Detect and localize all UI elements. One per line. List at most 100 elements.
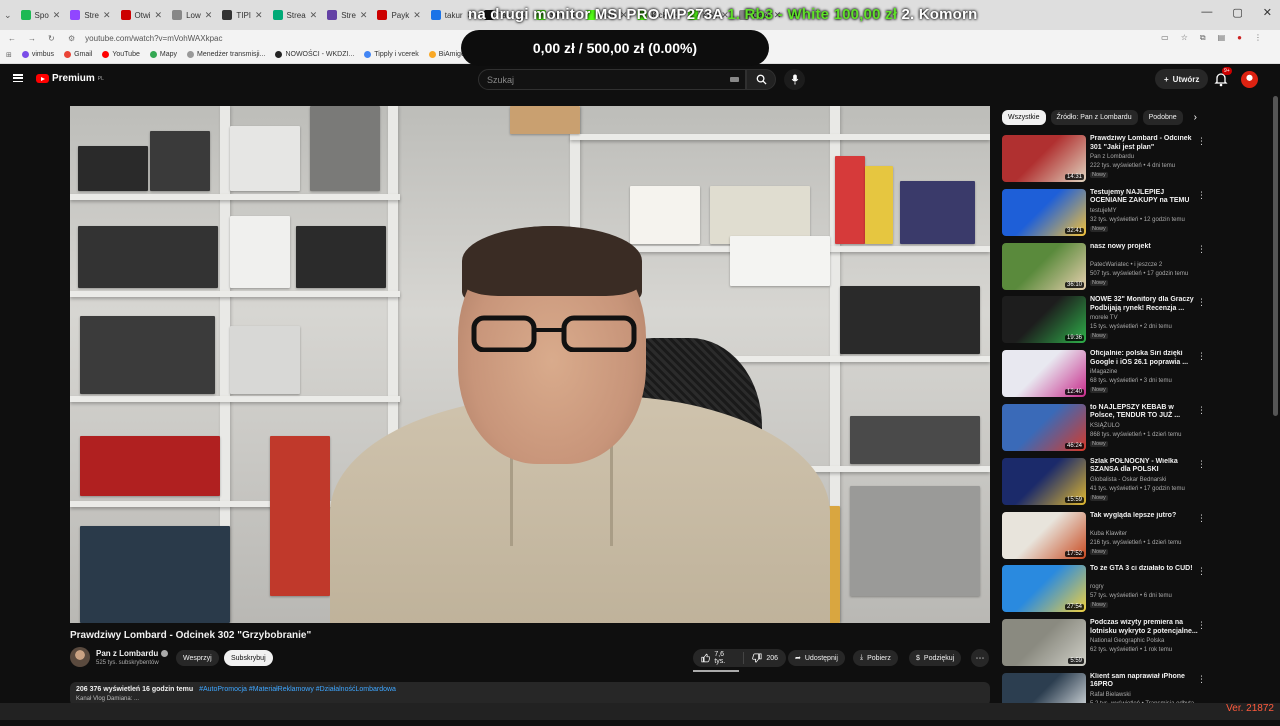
video-thumbnail[interactable]: 15:59 bbox=[1002, 457, 1086, 505]
forward-icon[interactable]: → bbox=[28, 34, 36, 43]
tab-close-icon[interactable]: ✕ bbox=[103, 10, 111, 21]
share-button[interactable]: ➦ Udostępnij bbox=[788, 650, 845, 666]
url-field[interactable]: youtube.com/watch?v=mVohWAXkpac bbox=[85, 34, 222, 43]
item-menu-icon[interactable]: ⋮ bbox=[1197, 297, 1206, 308]
keyboard-icon[interactable] bbox=[730, 77, 739, 82]
bookmark-star-icon[interactable]: ☆ bbox=[1181, 33, 1188, 43]
tab-close-icon[interactable]: ✕ bbox=[155, 10, 163, 21]
item-menu-icon[interactable]: ⋮ bbox=[1197, 620, 1206, 631]
item-menu-icon[interactable]: ⋮ bbox=[1197, 190, 1206, 201]
bookmark-item[interactable]: Menedżer transmisji... bbox=[186, 51, 265, 58]
bookmark-item[interactable]: Gmail bbox=[64, 51, 92, 58]
tab-close-icon[interactable]: ✕ bbox=[360, 10, 368, 21]
recommendation-channel[interactable]: iMagazine bbox=[1090, 369, 1117, 375]
recommendation-title[interactable]: Prawdziwy Lombard - Odcinek 301 "Jaki je… bbox=[1090, 135, 1198, 152]
search-button[interactable] bbox=[746, 69, 776, 90]
recommendation-channel[interactable]: rogry bbox=[1090, 584, 1104, 590]
item-menu-icon[interactable]: ⋮ bbox=[1197, 513, 1206, 524]
recommendation-title[interactable]: Testujemy NAJLEPIEJ OCENIANE ZAKUPY na T… bbox=[1090, 189, 1198, 206]
recommendation-title[interactable]: to NAJLEPSZY KEBAB w Polsce, TENDUR TO J… bbox=[1090, 404, 1198, 421]
cast-icon[interactable]: ▭ bbox=[1161, 33, 1169, 43]
recommendation-channel[interactable]: Pan z Lombardu bbox=[1090, 154, 1134, 160]
recommendation-title[interactable]: nasz nowy projekt bbox=[1090, 243, 1198, 252]
page-scrollbar[interactable] bbox=[1273, 96, 1278, 416]
tab-list-icon[interactable]: ⌄ bbox=[4, 10, 12, 21]
recommendation-title[interactable]: NOWE 32" Monitory dla Graczy Podbijają r… bbox=[1090, 296, 1198, 313]
item-menu-icon[interactable]: ⋮ bbox=[1197, 459, 1206, 470]
bookmark-item[interactable]: Mapy bbox=[149, 51, 177, 58]
recommendation-item[interactable]: 17:52 Tak wygląda lepsze jutro? Kuba Kla… bbox=[1002, 511, 1207, 565]
bookmark-item[interactable]: YouTube bbox=[102, 51, 140, 58]
recommendation-title[interactable]: To że GTA 3 ci działało to CUD! bbox=[1090, 565, 1198, 574]
item-menu-icon[interactable]: ⋮ bbox=[1197, 405, 1206, 416]
video-thumbnail[interactable]: 17:52 bbox=[1002, 511, 1086, 559]
profile-icon[interactable]: ● bbox=[1237, 33, 1242, 43]
bookmark-item[interactable]: Tipply i vcerek bbox=[364, 51, 419, 58]
bookmark-item[interactable]: vimbus bbox=[21, 51, 54, 58]
tab-close-icon[interactable]: ✕ bbox=[413, 10, 421, 21]
filter-chip[interactable]: Wszystkie bbox=[1002, 110, 1046, 125]
create-button[interactable]: + Utwórz bbox=[1155, 69, 1209, 89]
recommendation-channel[interactable]: Rafał Bielawski bbox=[1090, 692, 1131, 698]
voice-search-button[interactable] bbox=[784, 69, 805, 90]
video-thumbnail[interactable]: 32:41 bbox=[1002, 188, 1086, 236]
youtube-logo[interactable]: Premium PL bbox=[36, 73, 104, 84]
recommendation-item[interactable]: 19:36 NOWE 32" Monitory dla Graczy Podbi… bbox=[1002, 295, 1207, 349]
close-button[interactable]: ✕ bbox=[1263, 6, 1272, 19]
apps-grid-icon[interactable]: ⊞ bbox=[6, 51, 12, 59]
recommendation-title[interactable]: Klient sam naprawiał iPhone 16PRO bbox=[1090, 673, 1198, 690]
filter-chip[interactable]: Źródło: Pan z Lombardu bbox=[1050, 110, 1138, 125]
bookmark-item[interactable]: NOWOŚCI - WKDZI... bbox=[275, 51, 354, 58]
item-menu-icon[interactable]: ⋮ bbox=[1197, 351, 1206, 362]
subscribe-button[interactable]: Subskrybuj bbox=[224, 650, 273, 666]
recommendation-channel[interactable]: testujeMY bbox=[1090, 208, 1117, 214]
browser-tab[interactable]: Stre ✕ bbox=[322, 4, 372, 26]
description-tags[interactable]: #AutoPromocja #MateriałReklamowy #Działa… bbox=[199, 686, 396, 693]
tab-close-icon[interactable]: ✕ bbox=[205, 10, 213, 21]
video-thumbnail[interactable]: 27:54 bbox=[1002, 565, 1086, 613]
reload-icon[interactable]: ↻ bbox=[48, 34, 55, 43]
hamburger-menu-icon[interactable] bbox=[13, 74, 23, 82]
recommendation-title[interactable]: Oficjalnie: polska Siri dzięki Google i … bbox=[1090, 350, 1198, 367]
recommendation-item[interactable]: 36:10 nasz nowy projekt PatecWariatec • … bbox=[1002, 242, 1207, 296]
browser-tab[interactable]: TIPI ✕ bbox=[217, 4, 267, 26]
item-menu-icon[interactable]: ⋮ bbox=[1197, 674, 1206, 685]
search-input[interactable]: Szukaj bbox=[478, 69, 746, 90]
recommendation-title[interactable]: Tak wygląda lepsze jutro? bbox=[1090, 512, 1198, 521]
recommendation-title[interactable]: Podczas wizyty premiera na lotnisku wykr… bbox=[1090, 619, 1198, 636]
item-menu-icon[interactable]: ⋮ bbox=[1197, 566, 1206, 577]
support-button[interactable]: Wesprzyj bbox=[176, 650, 219, 666]
recommendation-item[interactable]: 27:54 To że GTA 3 ci działało to CUD! ro… bbox=[1002, 564, 1207, 618]
channel-avatar[interactable] bbox=[70, 647, 90, 667]
recommendation-item[interactable]: 15:59 Szlak PÓŁNOCNY - Wielka SZANSA dla… bbox=[1002, 457, 1207, 511]
video-thumbnail[interactable]: 36:10 bbox=[1002, 242, 1086, 290]
more-actions-button[interactable]: ⋯ bbox=[971, 649, 989, 667]
filter-chip[interactable]: Podobne bbox=[1142, 110, 1183, 125]
sidepanel-icon[interactable]: ▤ bbox=[1218, 33, 1226, 43]
tab-close-icon[interactable]: ✕ bbox=[255, 10, 263, 21]
tab-close-icon[interactable]: ✕ bbox=[310, 10, 318, 21]
recommendation-title[interactable]: Szlak PÓŁNOCNY - Wielka SZANSA dla POLSK… bbox=[1090, 458, 1198, 475]
recommendation-channel[interactable]: KSIĄŻULO bbox=[1090, 423, 1120, 429]
browser-tab[interactable]: Strea ✕ bbox=[268, 4, 323, 26]
recommendation-channel[interactable]: National Geographic Polska bbox=[1090, 638, 1164, 644]
browser-tab[interactable]: Payk ✕ bbox=[372, 4, 425, 26]
item-menu-icon[interactable]: ⋮ bbox=[1197, 136, 1206, 147]
maximize-button[interactable]: ▢ bbox=[1232, 6, 1242, 19]
account-avatar[interactable] bbox=[1241, 71, 1258, 88]
browser-tab[interactable]: Low ✕ bbox=[167, 4, 217, 26]
dislike-button[interactable]: 206 bbox=[744, 649, 786, 667]
browser-tab[interactable]: Otwi ✕ bbox=[116, 4, 168, 26]
menu-icon[interactable]: ⋮ bbox=[1254, 33, 1262, 43]
video-thumbnail[interactable]: 12:40 bbox=[1002, 350, 1086, 398]
video-thumbnail[interactable]: 14:31 bbox=[1002, 135, 1086, 182]
recommendation-item[interactable]: 32:41 Testujemy NAJLEPIEJ OCENIANE ZAKUP… bbox=[1002, 188, 1207, 242]
recommendation-channel[interactable]: Kuba Klawiter bbox=[1090, 531, 1127, 537]
minimize-button[interactable]: — bbox=[1201, 6, 1212, 19]
video-player[interactable] bbox=[70, 106, 990, 623]
video-thumbnail[interactable]: 46:24 bbox=[1002, 403, 1086, 451]
recommendation-channel[interactable]: Globalista - Oskar Bednarski bbox=[1090, 477, 1166, 483]
item-menu-icon[interactable]: ⋮ bbox=[1197, 244, 1206, 255]
like-button[interactable]: 7,6 tys. bbox=[693, 649, 743, 667]
video-thumbnail[interactable]: 19:36 bbox=[1002, 296, 1086, 344]
